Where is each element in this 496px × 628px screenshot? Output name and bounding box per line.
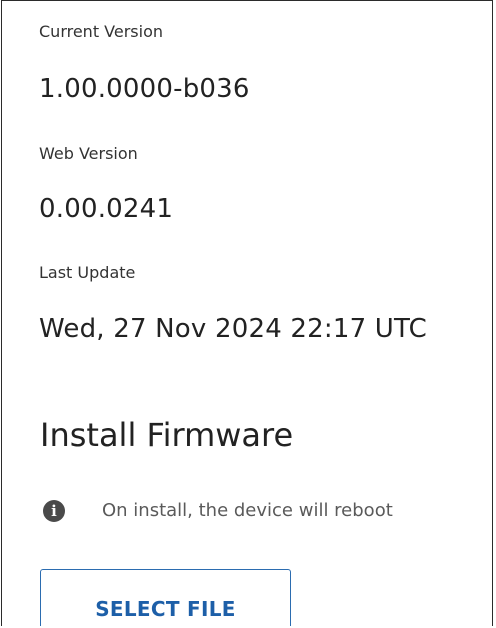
install-firmware-title: Install Firmware [40,416,294,454]
last-update-value: Wed, 27 Nov 2024 22:17 UTC [39,314,427,344]
firmware-panel: Current Version 1.00.0000-b036 Web Versi… [1,0,493,626]
current-version-label: Current Version [39,22,164,41]
last-update-label: Last Update [39,263,136,282]
reboot-notice: i On install, the device will reboot [43,499,393,523]
select-file-button[interactable]: SELECT FILE [40,569,291,626]
web-version-value: 0.00.0241 [39,194,174,224]
web-version-label: Web Version [39,144,138,163]
reboot-notice-text: On install, the device will reboot [102,500,393,521]
current-version-value: 1.00.0000-b036 [39,74,250,104]
info-icon: i [43,500,65,522]
